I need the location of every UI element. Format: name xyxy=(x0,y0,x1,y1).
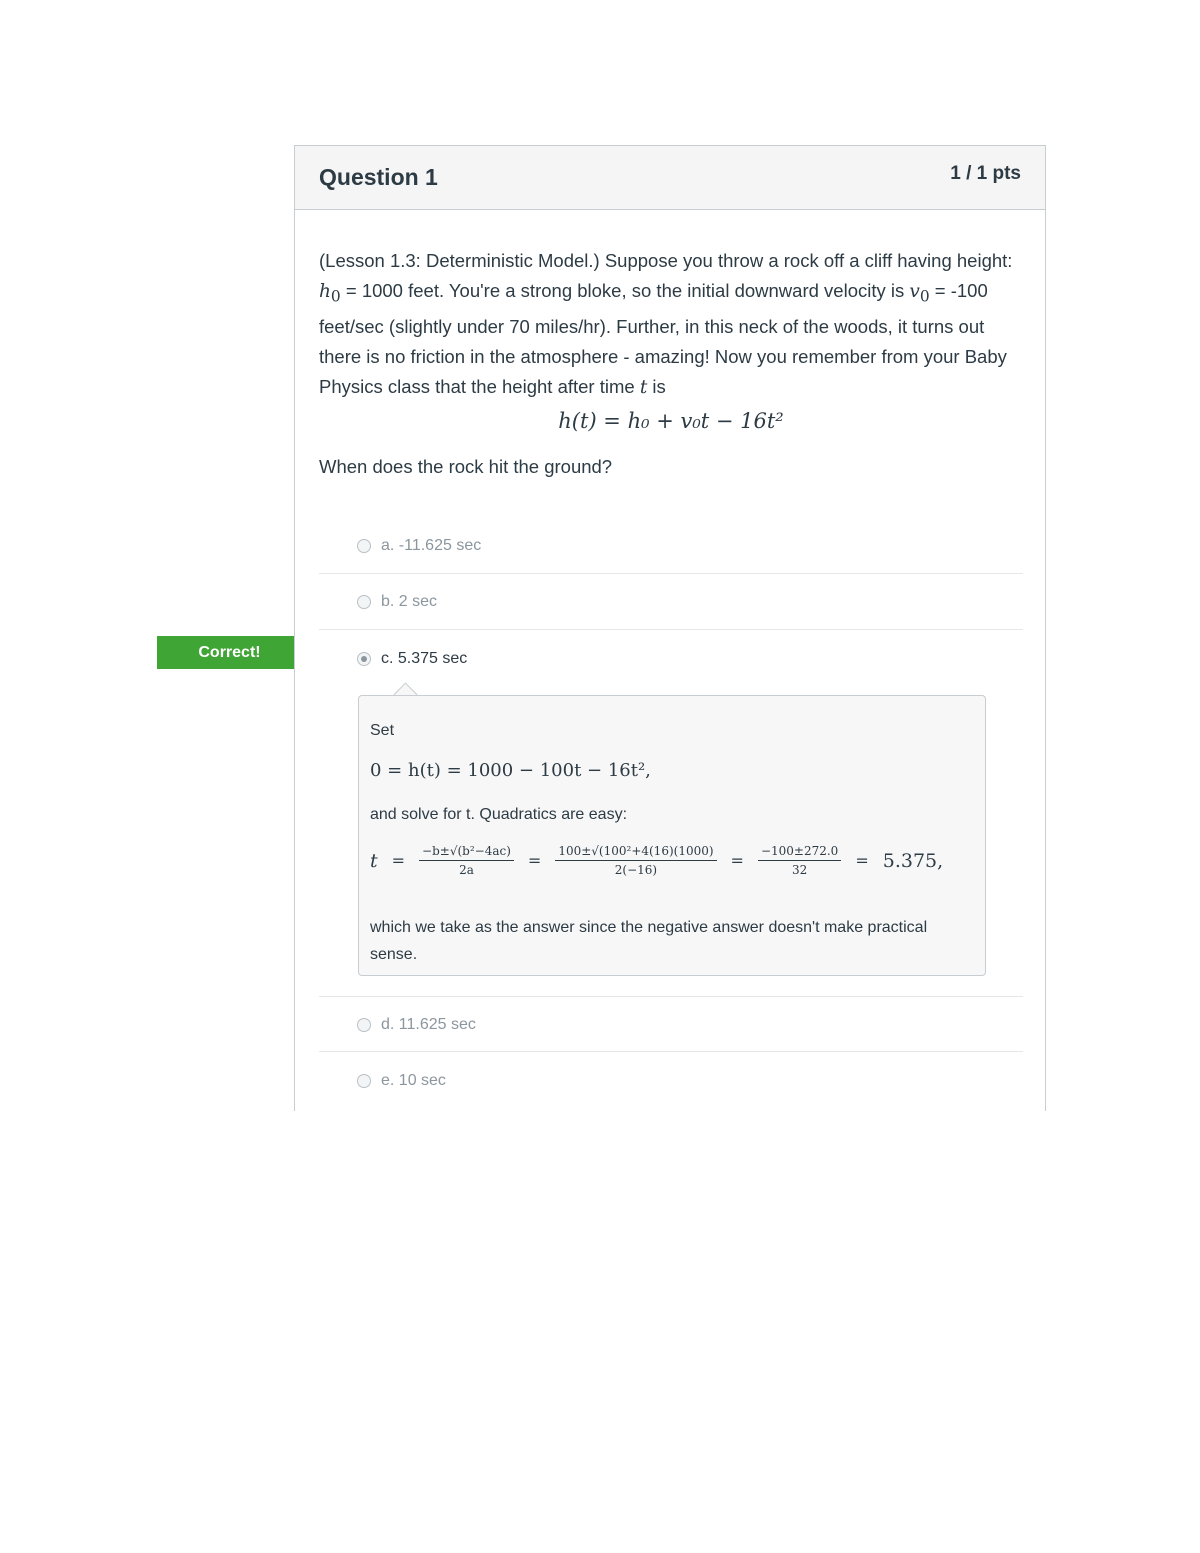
v0-symbol: v xyxy=(909,281,920,302)
height-formula: h(t) = h₀ + v₀t − 16t² xyxy=(558,409,784,433)
fraction-numerator: 100±√(100²+4(16)(1000) xyxy=(555,844,717,861)
feedback-quadratic-equation: t = −b±√(b²−4ac) 2a = 100±√(100²+4(16)(1… xyxy=(370,844,970,904)
radio-icon[interactable] xyxy=(357,595,371,609)
question-card: Question 1 1 / 1 pts (Lesson 1.3: Determ… xyxy=(294,145,1046,1111)
radio-icon[interactable] xyxy=(357,539,371,553)
feedback-set-label: Set xyxy=(370,722,395,739)
answer-option-c[interactable]: c. 5.375 sec xyxy=(357,644,467,674)
equals-sign: = xyxy=(855,851,869,870)
radio-icon[interactable] xyxy=(357,1074,371,1088)
equals-sign: = xyxy=(391,851,406,870)
radio-icon[interactable] xyxy=(357,1018,371,1032)
equals-sign: = xyxy=(527,851,542,870)
answer-divider xyxy=(319,1051,1023,1052)
question-text-part2: = 1000 feet. You're a strong bloke, so t… xyxy=(340,280,910,301)
answer-divider xyxy=(319,629,1023,630)
fraction-general: −b±√(b²−4ac) 2a xyxy=(419,844,514,877)
answer-label: c. 5.375 sec xyxy=(381,650,468,667)
fraction-numerator: −100±272.0 xyxy=(757,844,842,861)
h0-subscript: 0 xyxy=(330,287,341,306)
fraction-denominator: 32 xyxy=(792,863,808,877)
correct-flag: Correct! xyxy=(157,636,313,669)
v0-subscript: 0 xyxy=(919,287,930,306)
eq-t-symbol: t xyxy=(370,849,378,872)
question-text-part1: (Lesson 1.3: Deterministic Model.) Suppo… xyxy=(319,250,1013,271)
radio-selected-icon[interactable] xyxy=(357,652,371,666)
fraction-simplified: −100±272.0 32 xyxy=(757,844,842,877)
h0-symbol: h xyxy=(319,281,331,302)
answer-label: b. 2 sec xyxy=(381,593,438,610)
answer-label: d. 11.625 sec xyxy=(381,1016,476,1033)
question-points: 1 / 1 pts xyxy=(950,163,1021,184)
question-prompt: When does the rock hit the ground? xyxy=(319,456,613,477)
answer-option-d[interactable]: d. 11.625 sec xyxy=(357,1010,476,1040)
fraction-substituted: 100±√(100²+4(16)(1000) 2(−16) xyxy=(555,844,717,877)
feedback-box: Set 0 = h(t) = 1000 − 100t − 16t², and s… xyxy=(358,695,986,976)
correct-flag-label: Correct! xyxy=(198,644,261,661)
question-title: Question 1 xyxy=(319,164,438,190)
feedback-equation-1: 0 = h(t) = 1000 − 100t − 16t², xyxy=(370,760,651,781)
question-header: Question 1 1 / 1 pts xyxy=(295,146,1045,210)
answer-label: a. -11.625 sec xyxy=(381,537,482,554)
answer-label: e. 10 sec xyxy=(381,1072,446,1089)
answer-option-e[interactable]: e. 10 sec xyxy=(357,1066,446,1096)
answer-divider xyxy=(319,996,1023,997)
equals-sign: = xyxy=(730,851,744,870)
feedback-conclusion: which we take as the answer since the ne… xyxy=(370,919,928,963)
answer-divider xyxy=(319,573,1023,574)
feedback-solve-text: and solve for t. Quadratics are easy: xyxy=(370,806,628,823)
fraction-denominator: 2a xyxy=(459,863,474,877)
question-text: (Lesson 1.3: Deterministic Model.) Suppo… xyxy=(319,246,1019,403)
fraction-denominator: 2(−16) xyxy=(614,863,658,877)
fraction-numerator: −b±√(b²−4ac) xyxy=(419,844,514,861)
answer-option-b[interactable]: b. 2 sec xyxy=(357,587,437,617)
eq-result: 5.375, xyxy=(882,849,944,872)
answer-option-a[interactable]: a. -11.625 sec xyxy=(357,531,481,561)
question-text-part4: is xyxy=(647,375,666,397)
